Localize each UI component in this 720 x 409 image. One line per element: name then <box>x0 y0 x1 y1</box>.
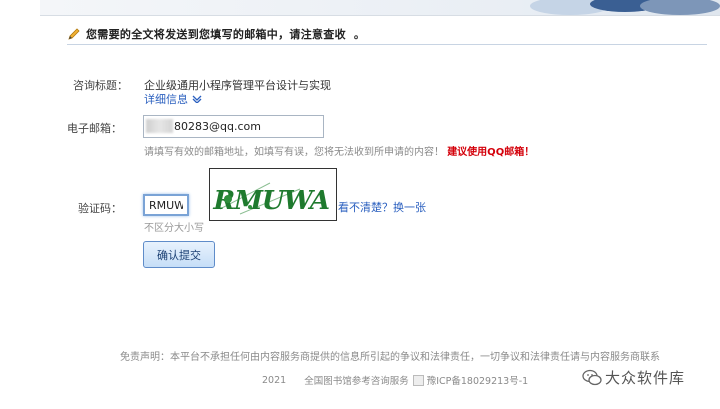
captcha-graphic: RMUWA <box>210 182 334 216</box>
broken-image-icon <box>412 374 424 386</box>
email-label: 电子邮箱： <box>67 122 122 135</box>
notice-text: 您需要的全文将发送到您填写的邮箱中，请注意查收 <box>86 28 346 41</box>
disclaimer: 免责声明：本平台不承担任何由内容服务商提供的信息所引起的争议和法律责任，一切争议… <box>120 352 660 363</box>
footer: 2021 全国图书馆参考咨询服务 豫ICP备18029213号-1 <box>262 373 528 387</box>
footer-org: 全国图书馆参考咨询服务 <box>304 376 409 387</box>
divider <box>67 44 707 45</box>
captcha-input[interactable] <box>143 194 189 216</box>
chevron-down-icon <box>192 95 202 103</box>
email-redaction <box>146 119 173 133</box>
watermark-text: 大众软件库 <box>605 369 686 387</box>
banner-decoration <box>530 0 720 15</box>
top-banner <box>40 0 720 16</box>
title-label: 咨询标题： <box>73 79 128 92</box>
detail-link-label: 详细信息 <box>144 93 188 106</box>
notice-bar: 您需要的全文将发送到您填写的邮箱中，请注意查收 。 <box>67 26 365 42</box>
email-hint: 请填写有效的邮箱地址，如填写有误，您将无法收到所申请的内容！ 建议使用QQ邮箱！ <box>144 143 534 158</box>
email-hint-text: 请填写有效的邮箱地址，如填写有误，您将无法收到所申请的内容！ <box>144 147 444 158</box>
email-hint-warning: 建议使用QQ邮箱！ <box>447 147 535 158</box>
wechat-icon <box>582 369 602 385</box>
refresh-captcha-link[interactable]: 看不清楚？换一张 <box>338 199 426 215</box>
notice-dot: 。 <box>353 28 365 41</box>
case-note: 不区分大小写 <box>144 223 204 234</box>
submit-button[interactable]: 确认提交 <box>143 241 215 268</box>
detail-link[interactable]: 详细信息 <box>144 91 202 107</box>
captcha-label: 验证码： <box>78 202 122 215</box>
captcha-image[interactable]: RMUWA <box>209 168 337 221</box>
watermark: 大众软件库 <box>582 367 685 388</box>
footer-year: 2021 <box>262 374 287 386</box>
pencil-icon <box>68 28 80 40</box>
footer-icp[interactable]: 豫ICP备18029213号-1 <box>427 373 529 387</box>
